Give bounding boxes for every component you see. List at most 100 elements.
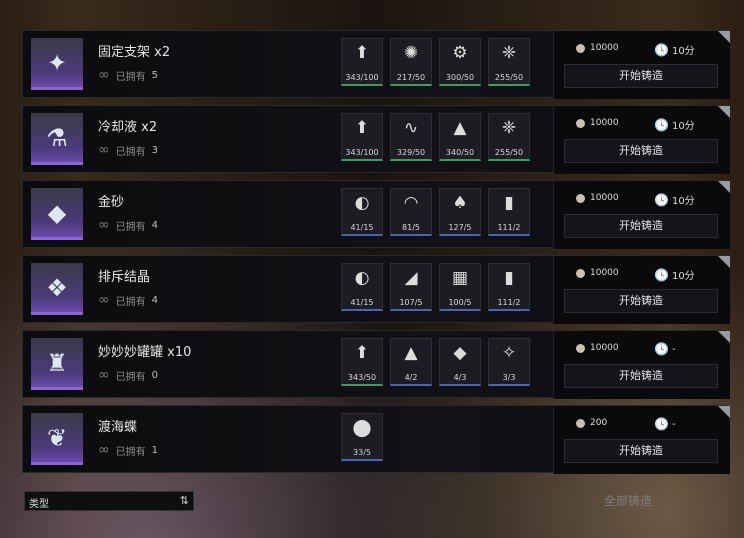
item-icon: ❦ [46,423,68,452]
craft-panel: 10000 🕓 10分 开始铸造 [553,256,730,324]
coin-icon [576,43,585,53]
owned-count: 4 [151,294,159,306]
infinity-icon: ∞ [98,292,110,308]
coin-icon [576,118,585,128]
craft-panel: 10000 🕓 10分 开始铸造 [553,181,730,249]
material-slot[interactable]: ⬤ 33/5 [341,413,383,461]
material-quantity: 329/50 [396,148,426,157]
item-thumbnail[interactable]: ♜ [31,338,83,390]
material-quantity: 300/50 [445,73,475,82]
material-icon: ◢ [404,268,418,288]
material-icon: ▮ [504,193,514,213]
coin-cost: 10000 [576,43,619,53]
material-icon: ◐ [354,268,370,288]
time-value: 10分 [671,46,695,57]
material-quantity: 255/50 [494,148,524,157]
material-slot[interactable]: ◆ 4/3 [439,338,481,386]
item-thumbnail[interactable]: ⚗ [31,113,83,165]
item-thumbnail[interactable]: ❖ [31,263,83,315]
item-icon: ❖ [46,273,68,302]
material-quantity: 127/5 [448,223,472,232]
materials: ⬆ 343/50 ▲ 4/2 ◆ 4/3 ✧ 3/3 [341,338,530,386]
craft-row: ⚗ 冷却液 x2 ∞ 已拥有 3 ⬆ 343/100 ∿ 329/50 ▲ 340/50 … [22,105,730,174]
sort-icon[interactable]: ⇅ [180,494,189,507]
craft-time: 🕓 10分 [654,267,695,283]
start-craft-button[interactable]: 开始铸造 [564,439,718,463]
material-slot[interactable]: ▮ 111/2 [488,188,530,236]
owned-info: ∞ 已拥有 1 [98,442,158,458]
material-slot[interactable]: ❈ 255/50 [488,113,530,161]
coin-cost: 10000 [576,268,619,278]
material-quantity: 3/3 [502,373,516,382]
material-slot[interactable]: ◢ 107/5 [390,263,432,311]
corner-marker [718,331,730,343]
corner-marker [718,31,730,43]
material-quantity: 4/2 [404,373,418,382]
cost-value: 10000 [590,118,619,128]
material-quantity: 343/100 [345,73,379,82]
item-thumbnail[interactable]: ❦ [31,413,83,465]
material-icon: ⬤ [352,418,372,438]
material-quantity: 81/5 [402,223,420,232]
material-slot[interactable]: ❈ 255/50 [488,38,530,86]
material-icon: ❈ [501,43,517,63]
material-slot[interactable]: ⬆ 343/50 [341,338,383,386]
type-filter[interactable]: 类型 ⇅ [24,491,194,511]
material-icon: ◆ [453,343,467,363]
material-slot[interactable]: ◐ 41/15 [341,263,383,311]
item-thumbnail[interactable]: ◆ [31,188,83,240]
start-craft-button[interactable]: 开始铸造 [564,139,718,163]
material-slot[interactable]: ▮ 111/2 [488,263,530,311]
material-quantity: 343/100 [345,148,379,157]
infinity-icon: ∞ [98,442,110,458]
material-slot[interactable]: ⬆ 343/100 [341,113,383,161]
material-slot[interactable]: ✧ 3/3 [488,338,530,386]
owned-info: ∞ 已拥有 0 [98,367,158,383]
craft-all-button[interactable]: 全部铸造 [604,492,652,509]
material-slot[interactable]: ♠ 127/5 [439,188,481,236]
craft-row: ❦ 渡海蝶 ∞ 已拥有 1 ⬤ 33/5 200 🕓 - 开始铸造 [22,405,730,474]
materials: ⬆ 343/100 ∿ 329/50 ▲ 340/50 ❈ 255/50 [341,113,530,161]
infinity-icon: ∞ [98,142,110,158]
start-craft-button[interactable]: 开始铸造 [564,289,718,313]
start-craft-button[interactable]: 开始铸造 [564,364,718,388]
material-slot[interactable]: ◠ 81/5 [390,188,432,236]
material-slot[interactable]: ◐ 41/15 [341,188,383,236]
coin-icon [576,418,585,428]
item-thumbnail[interactable]: ✦ [31,38,83,90]
craft-time: 🕓 10分 [654,192,695,208]
start-craft-button[interactable]: 开始铸造 [564,64,718,88]
craft-row: ◆ 金砂 ∞ 已拥有 4 ◐ 41/15 ◠ 81/5 ♠ 127/5 ▮ 111/2 10… [22,180,730,249]
materials: ◐ 41/15 ◢ 107/5 ▦ 100/5 ▮ 111/2 [341,263,530,311]
material-slot[interactable]: ▲ 4/2 [390,338,432,386]
item-name: 固定支架 x2 [98,45,171,60]
owned-info: ∞ 已拥有 5 [98,67,158,83]
material-icon: ⬆ [354,118,370,138]
material-icon: ❈ [501,118,517,138]
owned-label: 已拥有 [115,446,146,458]
coin-cost: 10000 [576,118,619,128]
material-quantity: 255/50 [494,73,524,82]
material-slot[interactable]: ∿ 329/50 [390,113,432,161]
material-icon: ▲ [404,343,418,363]
infinity-icon: ∞ [98,67,110,83]
material-quantity: 111/2 [497,223,521,232]
clock-icon: 🕓 [654,192,669,207]
owned-count: 1 [151,444,159,456]
cost-value: 200 [590,418,608,428]
item-icon: ✦ [46,48,68,77]
material-slot[interactable]: ⬆ 343/100 [341,38,383,86]
cost-value: 10000 [590,343,619,353]
material-slot[interactable]: ▦ 100/5 [439,263,481,311]
material-quantity: 4/3 [453,373,467,382]
corner-marker [718,406,730,418]
coin-cost: 10000 [576,343,619,353]
material-slot[interactable]: ✺ 217/50 [390,38,432,86]
start-craft-button[interactable]: 开始铸造 [564,214,718,238]
craft-panel: 10000 🕓 - 开始铸造 [553,331,730,399]
material-slot[interactable]: ▲ 340/50 [439,113,481,161]
material-slot[interactable]: ⚙ 300/50 [439,38,481,86]
materials: ⬆ 343/100 ✺ 217/50 ⚙ 300/50 ❈ 255/50 [341,38,530,86]
coin-icon [576,343,585,353]
material-icon: ♠ [452,193,468,213]
